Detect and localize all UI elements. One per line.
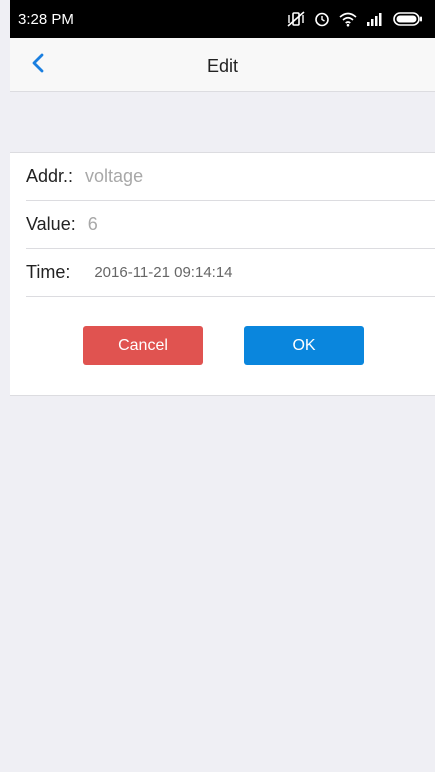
vibrate-off-icon	[287, 11, 305, 27]
wifi-icon	[339, 12, 357, 27]
battery-icon	[393, 12, 423, 26]
nav-bar: Edit	[10, 38, 435, 92]
status-icons	[287, 11, 423, 27]
time-label: Time:	[26, 262, 71, 282]
cancel-button[interactable]: Cancel	[83, 326, 203, 365]
signal-icon	[366, 12, 384, 26]
edit-form: Addr.: voltage Value: 6 Time: 2016-11-21…	[10, 152, 435, 396]
status-time: 3:28 PM	[18, 10, 74, 28]
addr-label: Addr.:	[26, 166, 74, 186]
alarm-icon	[314, 11, 330, 27]
value-label: Value:	[26, 214, 76, 234]
ok-button[interactable]: OK	[244, 326, 364, 365]
value-row: Value: 6	[26, 201, 435, 249]
time-row: Time: 2016-11-21 09:14:14	[26, 249, 435, 297]
status-bar: 3:28 PM	[10, 0, 435, 38]
page-title: Edit	[206, 56, 239, 76]
time-value: 2016-11-21 09:14:14	[94, 264, 233, 281]
addr-row: Addr.: voltage	[26, 153, 435, 201]
value-field[interactable]: 6	[88, 214, 328, 235]
addr-field[interactable]: voltage	[85, 166, 325, 187]
